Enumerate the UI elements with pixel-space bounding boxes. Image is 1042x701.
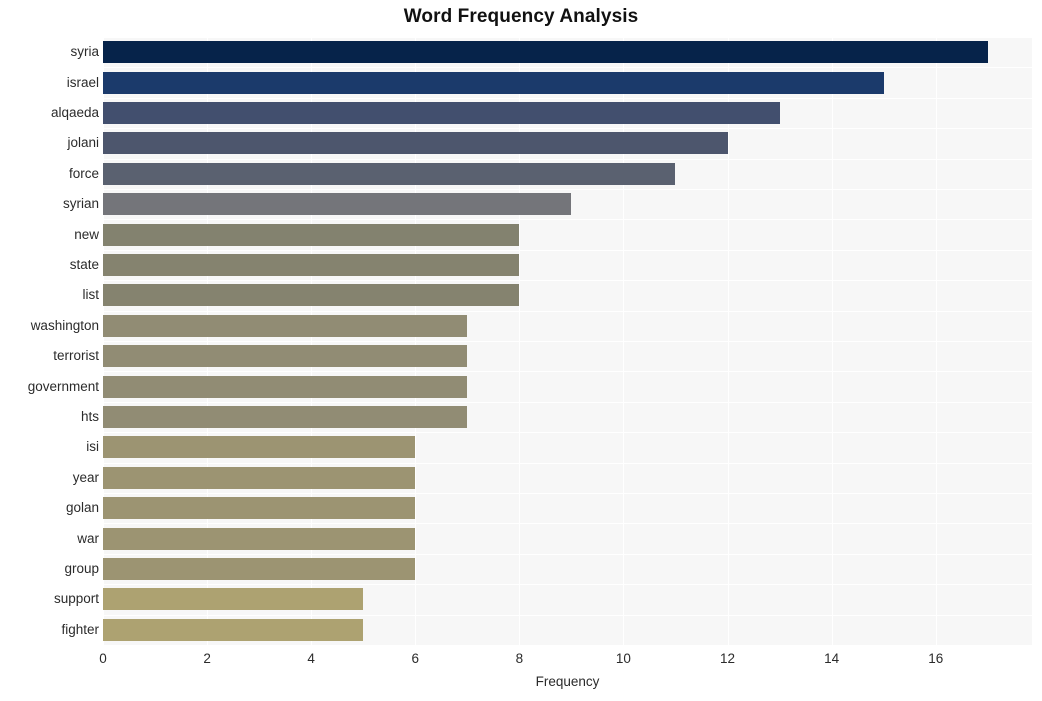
- bar: [103, 345, 468, 368]
- y-tick-label: golan: [65, 500, 99, 516]
- x-axis-label: Frequency: [535, 674, 600, 689]
- y-tick-label: israel: [66, 74, 99, 90]
- y-tick-label: government: [27, 378, 99, 394]
- horizontal-gridline: [103, 341, 1032, 342]
- y-tick-label: state: [69, 257, 99, 272]
- horizontal-gridline: [103, 584, 1032, 586]
- x-tick-label: 16: [928, 651, 944, 666]
- horizontal-gridline: [103, 553, 1032, 555]
- horizontal-gridline: [103, 97, 1032, 99]
- horizontal-gridline: [103, 280, 1032, 282]
- bar: [103, 193, 572, 216]
- bar: [103, 41, 988, 64]
- horizontal-gridline: [103, 67, 1032, 69]
- bar: [103, 406, 468, 428]
- x-tick-label: 0: [99, 651, 107, 666]
- bar: [103, 132, 728, 155]
- bar: [103, 71, 884, 94]
- x-tick-label: 2: [203, 651, 211, 666]
- y-tick-label: alqaeda: [50, 105, 99, 120]
- bar: [103, 223, 520, 246]
- horizontal-gridline: [103, 249, 1032, 251]
- x-axis-tick-labels: 0 2 4 6 8 10 12 14 16: [99, 645, 1032, 671]
- y-axis-tick-labels: syria israel alqaeda jolani force syrian new st…: [0, 37, 99, 645]
- bar: [103, 254, 520, 276]
- x-tick-label: 4: [307, 651, 315, 666]
- chart-figure: Word Frequency Analysis syria israel alqae…: [0, 0, 1042, 701]
- bar: [103, 558, 416, 580]
- y-tick-label: syria: [70, 44, 99, 60]
- bar: [103, 162, 676, 185]
- bar: [103, 375, 468, 398]
- x-tick-label: 12: [720, 651, 736, 666]
- horizontal-gridline: [103, 158, 1032, 160]
- y-tick-label: new: [74, 226, 99, 242]
- horizontal-gridline: [103, 432, 1032, 434]
- bar: [103, 466, 416, 489]
- bar: [103, 102, 780, 124]
- horizontal-gridline: [103, 493, 1032, 494]
- y-tick-label: syrian: [62, 196, 99, 212]
- y-tick-label: group: [64, 561, 99, 576]
- horizontal-gridline: [103, 37, 1032, 38]
- bar: [103, 497, 416, 520]
- y-tick-label: washington: [30, 317, 99, 333]
- y-tick-label: jolani: [67, 135, 99, 151]
- horizontal-gridline: [103, 189, 1032, 190]
- bar: [103, 284, 520, 307]
- y-tick-label: force: [68, 165, 99, 181]
- y-tick-label: year: [72, 469, 99, 485]
- y-tick-label: list: [82, 287, 100, 303]
- horizontal-gridline: [103, 401, 1032, 403]
- x-tick-label: 14: [824, 651, 840, 666]
- x-tick-label: 10: [615, 651, 631, 666]
- x-tick-label: 6: [411, 651, 420, 666]
- bar: [103, 527, 416, 550]
- bar: [103, 314, 468, 337]
- y-tick-label: isi: [86, 439, 99, 455]
- bar: [103, 436, 416, 459]
- horizontal-gridline: [103, 310, 1032, 312]
- horizontal-gridline: [103, 462, 1032, 464]
- horizontal-gridline: [103, 614, 1032, 616]
- horizontal-gridline: [103, 523, 1032, 525]
- x-tick-label: 8: [515, 651, 524, 666]
- y-tick-label: war: [77, 530, 99, 546]
- horizontal-gridline: [103, 371, 1032, 373]
- bar: [103, 588, 364, 611]
- y-tick-label: terrorist: [53, 348, 99, 364]
- chart-title: Word Frequency Analysis: [403, 6, 639, 27]
- plot-area: [103, 37, 1032, 645]
- horizontal-gridline: [103, 219, 1032, 221]
- y-tick-label: fighter: [61, 621, 99, 637]
- horizontal-gridline: [103, 128, 1032, 130]
- y-tick-label: hts: [80, 409, 99, 424]
- y-tick-label: support: [53, 591, 99, 607]
- bar: [103, 618, 364, 641]
